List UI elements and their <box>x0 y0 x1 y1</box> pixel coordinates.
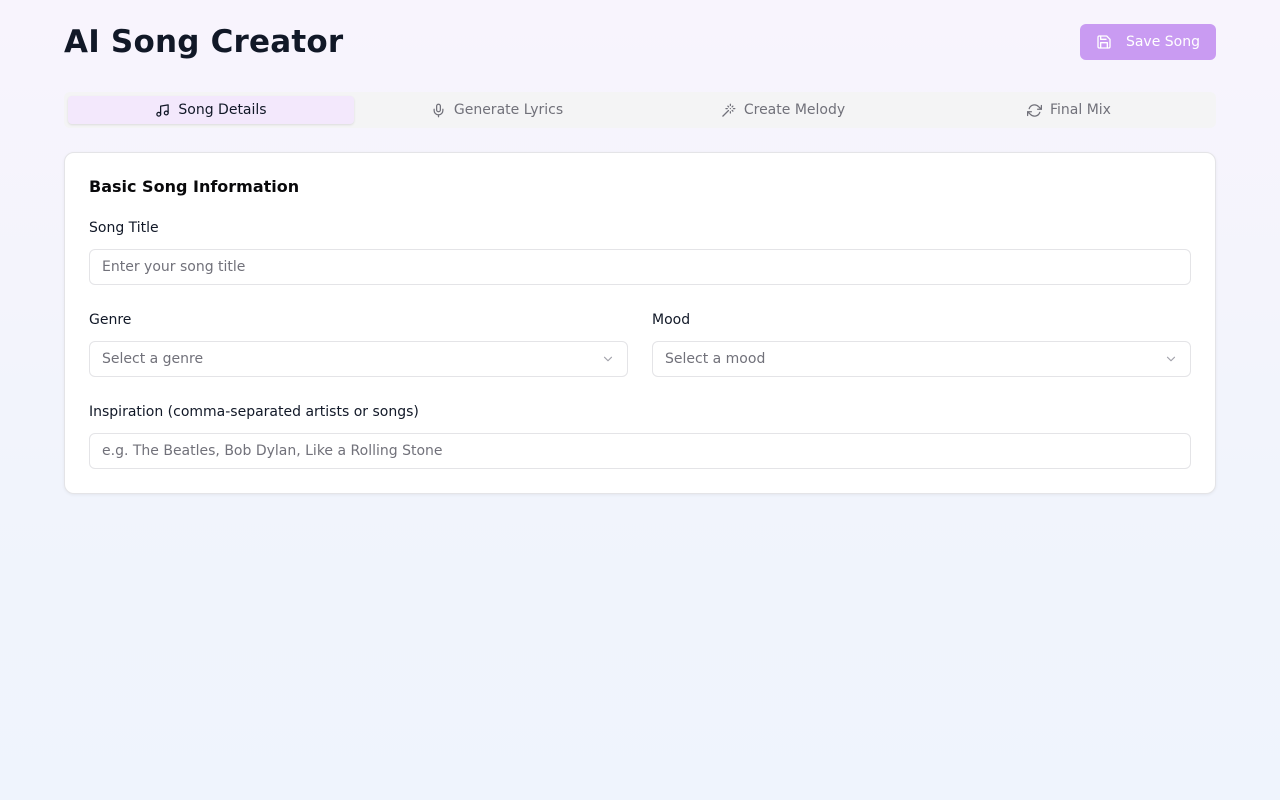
tab-label: Final Mix <box>1050 102 1111 118</box>
save-song-label: Save Song <box>1125 34 1200 50</box>
genre-label: Genre <box>89 312 132 328</box>
chevron-down-icon <box>603 356 613 362</box>
tab-bar: Song Details Generate Lyrics Create Melo… <box>64 92 1216 128</box>
save-icon <box>1097 35 1111 49</box>
app-title: AI Song Creator <box>64 24 344 60</box>
page-header: AI Song Creator Save Song <box>64 24 1216 60</box>
save-song-button[interactable]: Save Song <box>1079 24 1216 60</box>
genre-placeholder: Select a genre <box>102 351 204 367</box>
mood-label: Mood <box>652 312 691 328</box>
microphone-icon <box>433 103 444 117</box>
inspiration-placeholder: e.g. The Beatles, Bob Dylan, Like a Roll… <box>102 443 443 459</box>
tab-label: Create Melody <box>743 102 846 118</box>
chevron-down-icon <box>1166 356 1176 362</box>
tab-label: Song Details <box>178 102 267 118</box>
card-title: Basic Song Information <box>89 177 300 196</box>
inspiration-input[interactable]: e.g. The Beatles, Bob Dylan, Like a Roll… <box>89 433 1191 469</box>
music-icon <box>156 103 170 117</box>
genre-select[interactable]: Select a genre <box>89 341 628 377</box>
mood-placeholder: Select a mood <box>665 351 766 367</box>
tab-create-melody[interactable]: Create Melody <box>640 96 926 124</box>
song-title-label: Song Title <box>89 220 159 236</box>
inspiration-label: Inspiration (comma-separated artists or … <box>89 404 419 420</box>
tab-song-details[interactable]: Song Details <box>68 96 354 124</box>
magic-wand-icon <box>722 103 736 117</box>
tab-label: Generate Lyrics <box>453 102 564 118</box>
tab-final-mix[interactable]: Final Mix <box>926 96 1212 124</box>
tab-generate-lyrics[interactable]: Generate Lyrics <box>354 96 640 124</box>
refresh-icon <box>1027 103 1042 117</box>
song-title-placeholder: Enter your song title <box>102 259 246 275</box>
song-title-input[interactable]: Enter your song title <box>89 249 1191 285</box>
mood-select[interactable]: Select a mood <box>652 341 1191 377</box>
song-info-card: Basic Song Information Song Title Enter … <box>64 152 1216 494</box>
